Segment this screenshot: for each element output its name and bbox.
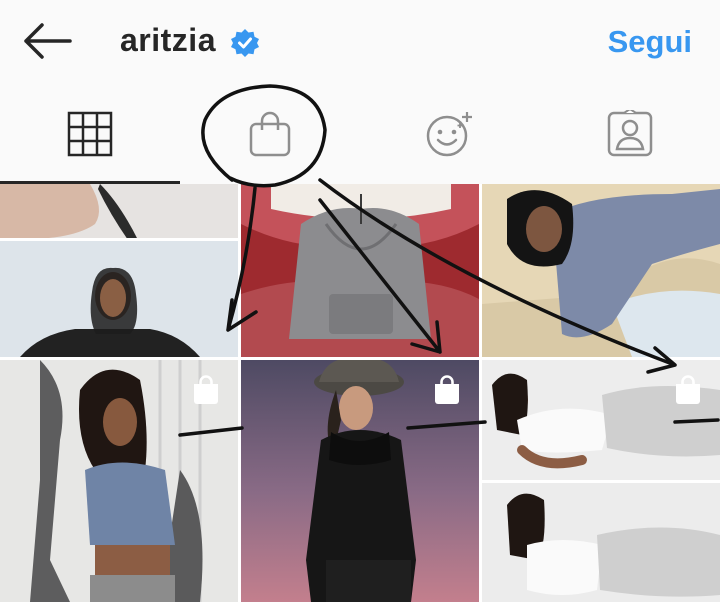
top-bar: aritzia Segui: [0, 0, 720, 84]
shopping-bag-icon: [435, 375, 459, 404]
post-image: [0, 184, 238, 357]
grid-post-6[interactable]: [482, 360, 720, 602]
back-button[interactable]: [18, 20, 76, 62]
shopping-bag-icon: [676, 375, 700, 404]
grid-post-4[interactable]: [0, 360, 238, 602]
grid-post-1[interactable]: [0, 184, 238, 357]
tab-posts-grid[interactable]: [0, 84, 180, 184]
tab-shop[interactable]: [180, 84, 360, 184]
grid-post-5[interactable]: [241, 360, 479, 602]
profile-username: aritzia: [120, 22, 216, 58]
post-image: [482, 184, 720, 357]
shopping-bag-icon: [249, 111, 291, 157]
grid-post-2[interactable]: [241, 184, 479, 357]
follow-button[interactable]: Segui: [608, 24, 692, 60]
sparkle-face-icon: [426, 112, 472, 157]
tab-reels-effects[interactable]: [360, 84, 540, 184]
shopping-bag-icon: [194, 375, 218, 404]
posts-grid: [0, 184, 720, 602]
verified-badge-icon: [231, 29, 259, 57]
profile-tabs: [0, 84, 720, 184]
person-tag-icon: [607, 110, 653, 157]
tab-tagged[interactable]: [540, 84, 720, 184]
arrow-left-icon: [24, 23, 72, 59]
grid-post-3[interactable]: [482, 184, 720, 357]
post-image: [241, 184, 479, 357]
grid-icon: [67, 111, 113, 157]
